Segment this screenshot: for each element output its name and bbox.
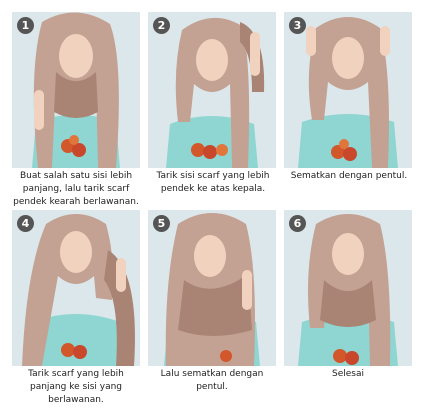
step-4-badge: 4	[17, 215, 34, 232]
step-5-badge: 5	[153, 215, 170, 232]
step-1-badge: 1	[17, 17, 34, 34]
step-2-photo: 2	[148, 12, 276, 168]
step-5-caption: Lalu sematkan dengan pentul.	[160, 369, 264, 392]
step-6-badge: 6	[289, 215, 306, 232]
step-1-photo: 1	[12, 12, 140, 168]
step-2-caption: Tarik sisi scarf yang lebih pendek ke at…	[156, 171, 270, 194]
step-3-photo: 3	[284, 12, 412, 168]
step-6-photo: 6	[284, 210, 412, 366]
step-1-caption: Buat salah satu sisi lebih panjang, lalu…	[13, 171, 139, 207]
step-2-badge: 2	[153, 17, 170, 34]
step-5-photo: 5	[148, 210, 276, 366]
step-3-badge: 3	[289, 17, 306, 34]
step-3-caption: Sematkan dengan pentul.	[290, 171, 408, 181]
step-4-caption: Tarik scarf yang lebih panjang ke sisi y…	[28, 369, 124, 405]
step-6-caption: Selesai	[332, 369, 364, 379]
step-4-photo: 4	[12, 210, 140, 366]
